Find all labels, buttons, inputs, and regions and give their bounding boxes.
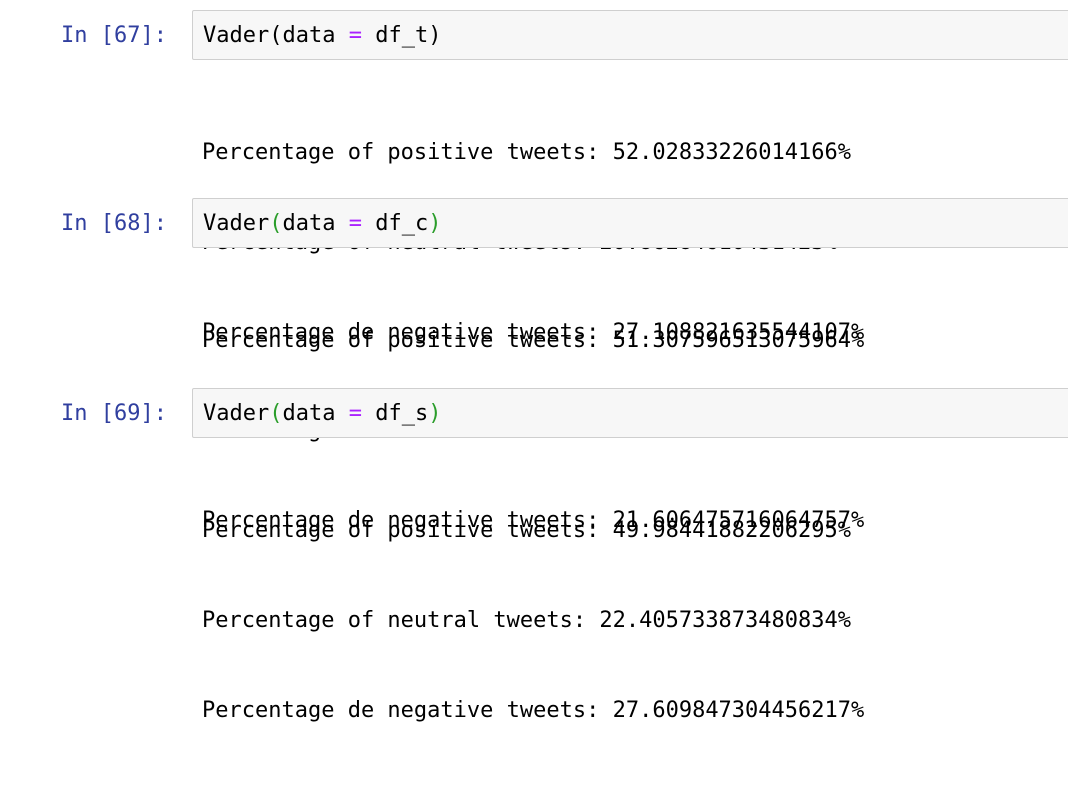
code-input-area[interactable]: Vader(data = df_s) (192, 388, 1068, 438)
notebook-cell-69[interactable]: In [69]: Vader(data = df_s) Percentage o… (0, 388, 1068, 723)
cell-output: Percentage of positive tweets: 49.984418… (202, 456, 864, 786)
code-line[interactable]: Vader(data = df_t) (203, 11, 441, 61)
assign-operator: = (348, 211, 362, 236)
close-paren: ) (428, 401, 442, 426)
open-paren: ( (269, 211, 283, 236)
code-input-area[interactable]: Vader(data = df_t) (192, 10, 1068, 60)
input-prompt: In [68]: (61, 211, 167, 236)
function-name: Vader (203, 401, 270, 426)
arg-name: data (282, 23, 336, 48)
assign-operator: = (348, 23, 362, 48)
notebook-cell-67[interactable]: In [67]: Vader(data = df_t) Percentage o… (0, 10, 1068, 345)
close-paren: ) (428, 23, 442, 48)
input-prompt: In [69]: (61, 401, 167, 426)
assign-operator: = (348, 401, 362, 426)
code-line[interactable]: Vader(data = df_c) (203, 199, 441, 249)
arg-name: data (282, 211, 336, 236)
code-line[interactable]: Vader(data = df_s) (203, 389, 441, 439)
notebook-cell-68[interactable]: In [68]: Vader(data = df_c) Percentage o… (0, 198, 1068, 533)
output-line-positive: Percentage of positive tweets: 49.984418… (202, 518, 852, 543)
arg-value: df_c (375, 211, 429, 236)
open-paren: ( (269, 23, 283, 48)
arg-value: df_t (375, 23, 429, 48)
close-paren: ) (428, 211, 442, 236)
input-prompt: In [67]: (61, 23, 167, 48)
output-line-neutral: Percentage of neutral tweets: 22.4057338… (202, 608, 852, 633)
function-name: Vader (203, 211, 270, 236)
output-line-positive: Percentage of positive tweets: 51.307596… (202, 328, 865, 353)
open-paren: ( (269, 401, 283, 426)
output-line-negative: Percentage de negative tweets: 27.609847… (202, 698, 865, 723)
arg-name: data (282, 401, 336, 426)
function-name: Vader (203, 23, 270, 48)
output-line-positive: Percentage of positive tweets: 52.028332… (202, 140, 852, 165)
code-input-area[interactable]: Vader(data = df_c) (192, 198, 1068, 248)
arg-value: df_s (375, 401, 429, 426)
